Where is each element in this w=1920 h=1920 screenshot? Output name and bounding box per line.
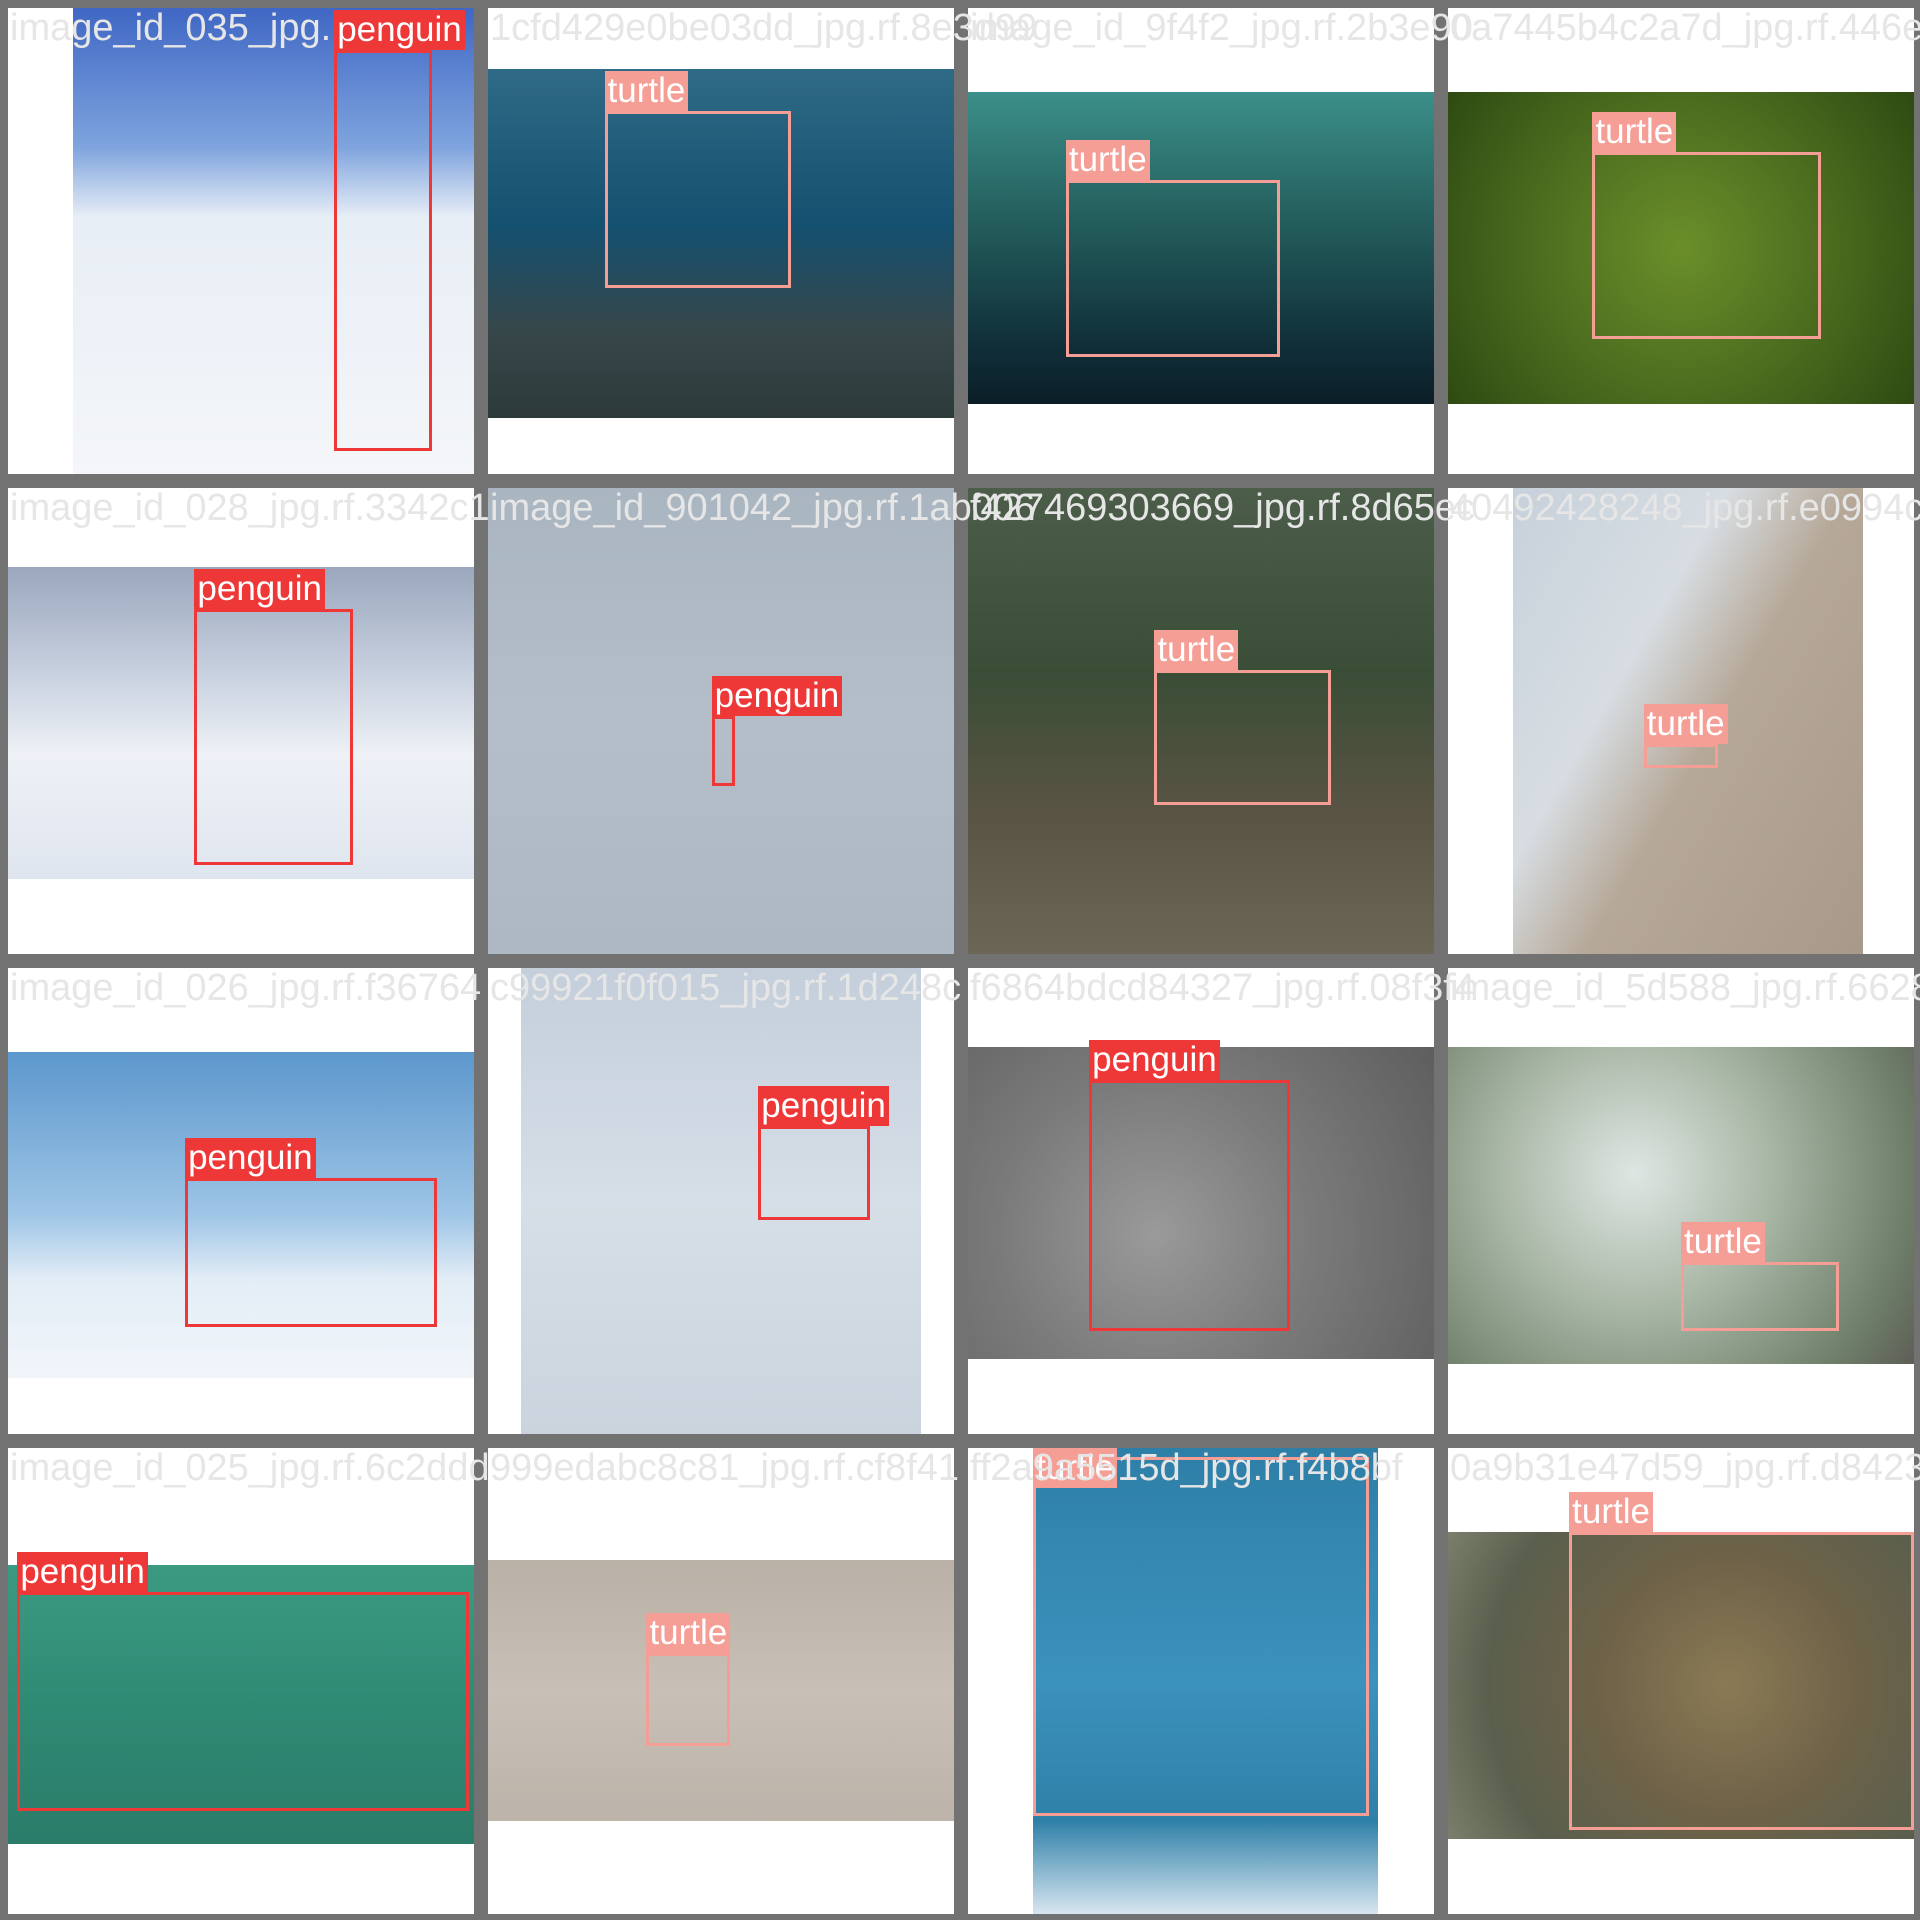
image-tile: turtle 1cfd429e0be03dd_jpg.rf.8e3d99 <box>488 7 1037 474</box>
image-area: penguin <box>968 968 1434 1434</box>
image-tile: turtle 0a7445b4c2a7d_jpg.rf.446e25 <box>1448 7 1920 474</box>
filename-label: f6864bdcd84327_jpg.rf.08f3f4 <box>970 967 1475 1009</box>
penguin-label: penguin <box>1089 1039 1220 1080</box>
turtle-bounding-box <box>1592 152 1821 339</box>
image-area: turtle <box>1448 968 1914 1434</box>
filename-label: image_id_5d588_jpg.rf.6628b7 <box>1450 967 1920 1009</box>
image-tile: penguin image_id_028_jpg.rf.3342c1 <box>8 487 490 954</box>
image-area: penguin <box>8 488 474 954</box>
image-tile: turtle image_id_9f4f2_jpg.rf.2b3e90 <box>968 7 1473 474</box>
penguin-label: penguin <box>17 1552 148 1593</box>
filename-label: 1cfd429e0be03dd_jpg.rf.8e3d99 <box>490 7 1038 49</box>
filename-label: image_id_028_jpg.rf.3342c1 <box>10 487 490 529</box>
penguin-bounding-box <box>194 609 353 866</box>
image-tile: penguin image_id_026_jpg.rf.f36764 <box>8 967 481 1434</box>
penguin-bounding-box <box>185 1177 437 1327</box>
image-tile: turtle 0a9b31e47d59_jpg.rf.d84237 <box>1448 1447 1920 1914</box>
penguin-bounding-box <box>1089 1079 1290 1332</box>
filename-label: 0a7445b4c2a7d_jpg.rf.446e25 <box>1450 7 1920 49</box>
image-area: turtle <box>1448 1448 1914 1914</box>
turtle-bounding-box <box>646 1653 731 1747</box>
penguin-label: penguin <box>758 1086 889 1127</box>
penguin-bounding-box <box>17 1592 470 1812</box>
image-area: penguin <box>8 968 474 1434</box>
penguin-label: penguin <box>185 1137 316 1178</box>
image-area: penguin <box>488 488 954 954</box>
image-area: penguin <box>8 1448 474 1914</box>
turtle-label: turtle <box>1592 112 1677 153</box>
image-tile: turtle ff2a9a5515d_jpg.rf.f4b8bf <box>968 1447 1434 1914</box>
turtle-label: turtle <box>646 1613 731 1654</box>
turtle-bounding-box <box>1681 1261 1840 1332</box>
turtle-bounding-box <box>1065 180 1281 358</box>
filename-label: 40492428248_jpg.rf.e0994c <box>1450 487 1920 529</box>
filename-label: image_id_9f4f2_jpg.rf.2b3e90 <box>970 7 1473 49</box>
turtle-label: turtle <box>604 70 689 111</box>
turtle-bounding-box <box>1033 1457 1369 1817</box>
filename-label: image_id_035_jpg. <box>10 7 332 49</box>
turtle-bounding-box <box>1154 669 1332 805</box>
turtle-bounding-box <box>1569 1531 1914 1831</box>
turtle-label: turtle <box>1643 704 1728 745</box>
image-tile: penguin image_id_035_jpg. <box>8 7 474 474</box>
image-area: turtle <box>968 488 1434 954</box>
penguin-bounding-box <box>711 716 735 787</box>
image-area: turtle <box>968 8 1434 474</box>
turtle-label: turtle <box>1154 629 1239 670</box>
penguin-label: penguin <box>194 569 325 610</box>
image-area: penguin <box>488 968 954 1434</box>
turtle-label: turtle <box>1569 1491 1653 1532</box>
turtle-bounding-box <box>604 110 791 288</box>
filename-label: ff2a9a5515d_jpg.rf.f4b8bf <box>970 1447 1403 1489</box>
penguin-label: penguin <box>711 676 843 717</box>
turtle-bounding-box <box>1643 744 1719 768</box>
turtle-label: turtle <box>1065 140 1150 181</box>
image-tile: turtle 40492428248_jpg.rf.e0994c <box>1448 487 1920 954</box>
image-tile: penguin c99921f0f015_jpg.rf.1d248c <box>488 967 961 1434</box>
penguin-bounding-box <box>758 1126 871 1220</box>
image-tile: penguin image_id_901042_jpg.rf.1ab006 <box>488 487 1035 954</box>
image-tile: turtle f427469303669_jpg.rf.8d65ec <box>968 487 1475 954</box>
image-area: turtle <box>488 8 954 474</box>
image-tile: penguin image_id_025_jpg.rf.6c2ddd <box>8 1447 490 1914</box>
penguin-bounding-box <box>334 49 433 451</box>
filename-label: image_id_026_jpg.rf.f36764 <box>10 967 482 1009</box>
turtle-label: turtle <box>1681 1221 1765 1262</box>
filename-label: c99921f0f015_jpg.rf.1d248c <box>490 967 962 1009</box>
filename-label: image_id_025_jpg.rf.6c2ddd <box>10 1447 490 1489</box>
image-tile: penguin f6864bdcd84327_jpg.rf.08f3f4 <box>968 967 1475 1434</box>
filename-label: image_id_901042_jpg.rf.1ab006 <box>490 487 1036 529</box>
filename-label: 0a9b31e47d59_jpg.rf.d84237 <box>1450 1447 1920 1489</box>
image-area: turtle <box>488 1448 954 1914</box>
image-area: penguin <box>8 8 474 474</box>
image-tile: turtle image_id_5d588_jpg.rf.6628b7 <box>1448 967 1920 1434</box>
image-tile: turtle 999edabc8c81_jpg.rf.cf8f41 <box>488 1447 959 1914</box>
image-area: turtle <box>1448 8 1914 474</box>
image-area: turtle <box>968 1448 1434 1914</box>
penguin-label: penguin <box>334 9 465 50</box>
image-mosaic: penguin image_id_035_jpg. turtle 1cfd429e0b… <box>0 0 1920 1920</box>
filename-label: 999edabc8c81_jpg.rf.cf8f41 <box>490 1447 960 1489</box>
image-area: turtle <box>1448 488 1914 954</box>
filename-label: f427469303669_jpg.rf.8d65ec <box>970 487 1476 529</box>
